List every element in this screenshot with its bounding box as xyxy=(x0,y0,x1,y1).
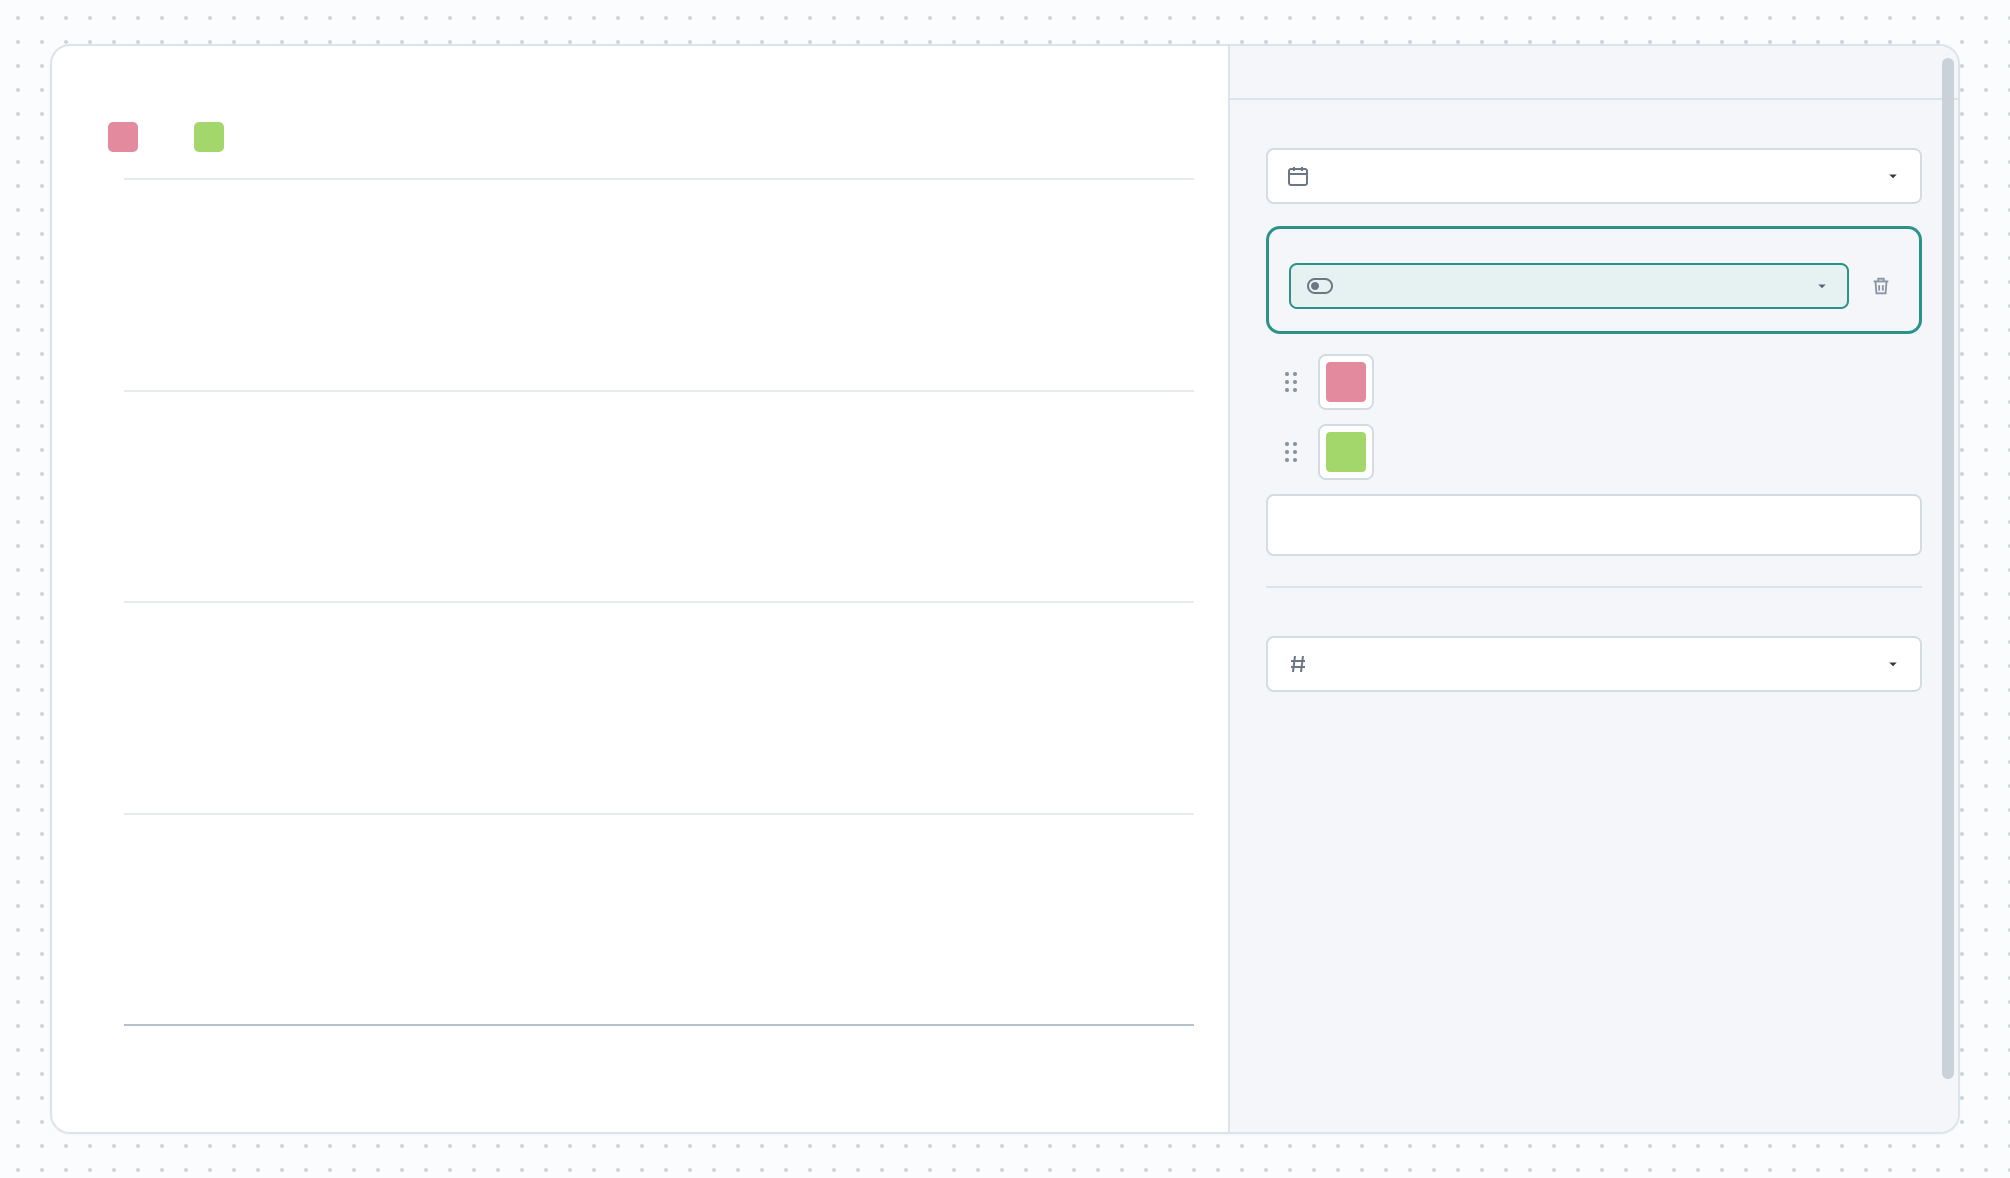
drag-handle-icon[interactable] xyxy=(1284,371,1298,393)
chart-card xyxy=(50,44,1960,1134)
chevron-down-icon xyxy=(1813,277,1831,295)
breakdown-series-list xyxy=(1284,354,1922,480)
xaxis-section-label xyxy=(1266,100,1922,134)
plot-area xyxy=(108,174,1194,1098)
series-color-true[interactable] xyxy=(1318,424,1374,480)
drag-handle-icon[interactable] xyxy=(1284,441,1298,463)
yaxis-data-column-select[interactable] xyxy=(1266,636,1922,692)
chevron-down-icon xyxy=(1884,167,1902,185)
series-row-true[interactable] xyxy=(1284,424,1922,480)
chevron-down-icon xyxy=(1884,655,1902,673)
legend-swatch-false xyxy=(108,122,138,152)
number-icon xyxy=(1286,652,1310,676)
legend-item-true[interactable] xyxy=(194,122,238,152)
chart-settings-panel xyxy=(1228,46,1958,1132)
series-color-false[interactable] xyxy=(1318,354,1374,410)
x-axis-ticks xyxy=(124,1036,1194,1072)
bars-container xyxy=(124,178,1194,1024)
breakdown-select[interactable] xyxy=(1289,263,1849,309)
legend-swatch-true xyxy=(194,122,224,152)
yaxis-section-label xyxy=(1266,588,1922,622)
chart-panel xyxy=(52,46,1228,1132)
breakdown-box xyxy=(1266,226,1922,334)
calendar-icon xyxy=(1286,164,1310,188)
legend-item-false[interactable] xyxy=(108,122,152,152)
scrollbar[interactable] xyxy=(1942,58,1954,1079)
series-row-false[interactable] xyxy=(1284,354,1922,410)
delete-breakdown-button[interactable] xyxy=(1863,268,1899,304)
y-axis-ticks xyxy=(114,178,124,858)
xaxis-label-input[interactable] xyxy=(1266,494,1922,556)
xaxis-data-column-select[interactable] xyxy=(1266,148,1922,204)
toggle-icon xyxy=(1307,278,1333,294)
chart-legend xyxy=(108,122,1194,152)
chart-plot[interactable] xyxy=(124,178,1194,1026)
app-background xyxy=(0,0,2010,1178)
settings-title xyxy=(1266,46,1922,98)
